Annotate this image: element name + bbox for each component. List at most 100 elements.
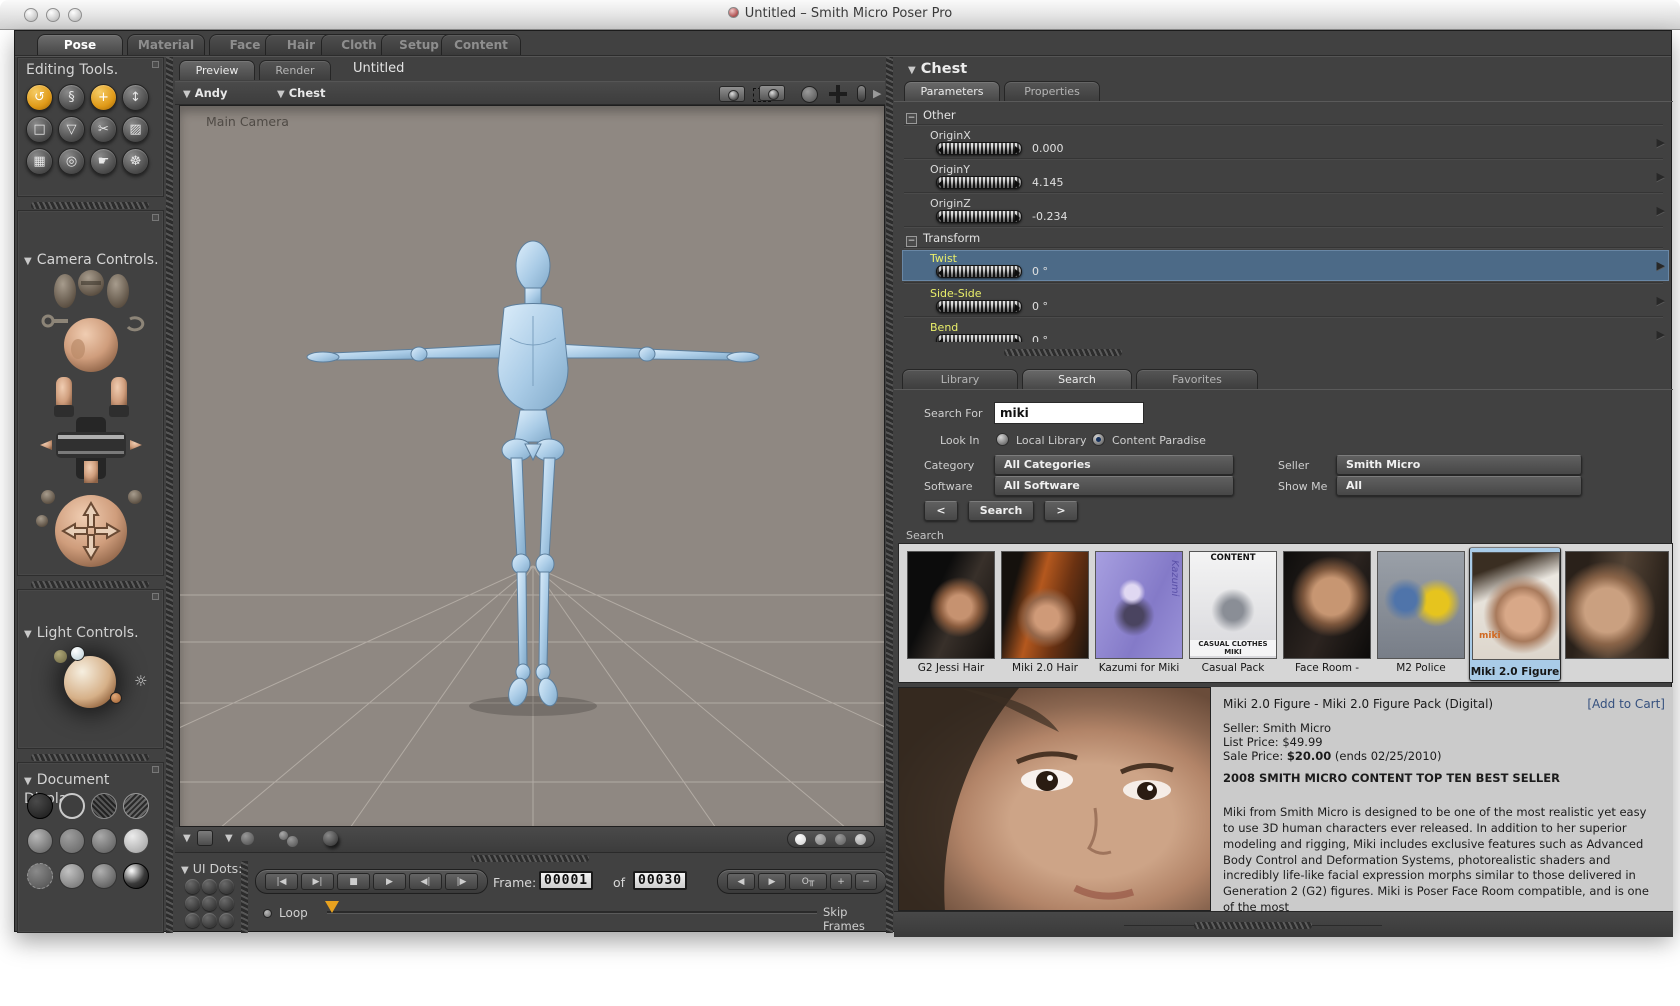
tab-material[interactable]: Material [127, 34, 205, 55]
row-arrow-icon[interactable]: ▶ [1657, 204, 1665, 217]
result-item-7-selected[interactable]: miki Miki 2.0 Figure [1469, 547, 1561, 681]
tab-pose[interactable]: Pose [37, 34, 123, 55]
next-key-button[interactable]: ▶ [758, 873, 786, 890]
tab-search[interactable]: Search [1022, 369, 1132, 389]
originy-dial[interactable] [936, 176, 1022, 189]
row-arrow-icon[interactable]: ▶ [1657, 170, 1665, 183]
tracking-box-dot[interactable] [835, 834, 846, 845]
row-arrow-icon[interactable]: ▶ [1657, 136, 1665, 149]
display-lit-wireframe-button[interactable] [27, 828, 53, 854]
step-forward-button[interactable]: |▶ [445, 873, 478, 890]
window-titlebar[interactable]: Untitled – Smith Micro Poser Pro [0, 0, 1680, 30]
collapse-triangle-icon[interactable]: ▼ [24, 256, 32, 267]
display-silhouette-button[interactable] [27, 793, 53, 819]
param-value[interactable]: 0 ° [1032, 265, 1048, 278]
light-indicator-3[interactable] [110, 692, 122, 704]
result-thumbnail[interactable]: CONTENT CASUAL CLOTHES MIKI [1189, 551, 1277, 659]
tab-properties[interactable]: Properties [1004, 81, 1100, 101]
camera-controls-header[interactable]: ▼ Camera Controls. [24, 249, 159, 268]
content-paradise-label[interactable]: Content Paradise [1112, 434, 1206, 447]
seller-select[interactable]: Smith Micro [1336, 455, 1582, 475]
display-texture-shaded-button[interactable] [91, 863, 117, 889]
loop-toggle[interactable] [263, 909, 272, 918]
display-flat-lined-button[interactable] [91, 828, 117, 854]
twist-dial[interactable] [936, 265, 1022, 278]
rotate-tool-button[interactable]: ↺ [26, 84, 53, 111]
camera-controls-graphic[interactable] [18, 269, 165, 569]
section-widget-icon[interactable] [152, 61, 159, 68]
ui-dot-4[interactable] [185, 896, 200, 911]
row-arrow-icon[interactable]: ▶ [1657, 328, 1665, 341]
result-item-3[interactable]: Kazumi Kazumi for Miki [1093, 547, 1185, 681]
section-resize-handle[interactable] [31, 754, 149, 761]
tracking-full-dot[interactable] [795, 834, 806, 845]
taper-tool-button[interactable]: ▽ [58, 116, 85, 143]
side-side-dial[interactable] [936, 300, 1022, 313]
skip-frames-label[interactable]: Skip Frames [823, 905, 885, 933]
section-widget-icon[interactable] [152, 593, 159, 600]
result-item-1[interactable]: G2 Jessi Hair [905, 547, 997, 681]
section-resize-handle[interactable] [31, 202, 149, 209]
tab-library[interactable]: Library [902, 369, 1018, 389]
element-style-sphere-icon[interactable] [323, 831, 338, 846]
camera-1-icon[interactable] [719, 86, 745, 102]
result-item-5[interactable]: Face Room - [1281, 547, 1373, 681]
originx-dial[interactable] [936, 142, 1022, 155]
actor-menu[interactable]: ▼ Chest [277, 86, 326, 100]
tab-content[interactable]: Content [441, 34, 521, 55]
software-select[interactable]: All Software [994, 476, 1234, 496]
ui-dots-header[interactable]: ▼ UI Dots: [181, 861, 242, 876]
depth-menu-triangle-icon[interactable]: ▼ [183, 833, 191, 844]
ui-dot-7[interactable] [185, 913, 200, 928]
result-thumbnail[interactable] [1565, 551, 1669, 659]
prev-key-button[interactable]: ◀ [727, 873, 755, 890]
display-wireframe-button[interactable] [91, 793, 117, 819]
toolbar-arrow-icon[interactable]: ▶ [873, 87, 881, 100]
content-paradise-radio[interactable] [1092, 433, 1105, 446]
step-back-button[interactable]: ◀| [409, 873, 442, 890]
plus-key-button[interactable]: + [830, 873, 852, 890]
search-input[interactable] [994, 402, 1144, 424]
collapse-triangle-icon[interactable]: ▼ [24, 629, 32, 640]
param-value[interactable]: 0 ° [1032, 334, 1048, 342]
light-indicator-2[interactable] [70, 646, 85, 661]
first-frame-button[interactable]: |◀ [265, 873, 298, 890]
collapse-box-icon[interactable]: − [906, 113, 917, 124]
sun-icon[interactable]: ☼ [134, 672, 147, 690]
result-thumbnail[interactable] [1283, 551, 1371, 659]
search-button[interactable]: Search [968, 501, 1034, 521]
figure-style-sphere2-icon[interactable] [287, 836, 298, 847]
play-button[interactable]: ▶ [373, 873, 406, 890]
display-cartoon-button[interactable] [27, 863, 53, 889]
timeline-marker[interactable] [325, 901, 339, 913]
ui-dot-6[interactable] [219, 896, 234, 911]
collapse-triangle-icon[interactable]: ▼ [908, 65, 916, 76]
direct-manipulation-tool-button[interactable]: ☛ [90, 148, 117, 175]
category-select[interactable]: All Categories [994, 455, 1234, 475]
group-other[interactable]: − Other [906, 108, 956, 124]
display-hidden-line-button[interactable] [123, 793, 149, 819]
result-thumbnail[interactable] [1001, 551, 1089, 659]
collapse-box-icon[interactable]: − [906, 236, 917, 247]
result-thumbnail[interactable] [1377, 551, 1465, 659]
ui-dot-3[interactable] [219, 879, 234, 894]
section-resize-handle[interactable] [31, 581, 149, 588]
result-thumbnail[interactable]: miki [1472, 552, 1560, 660]
display-shiny-button[interactable] [123, 863, 149, 889]
figure-menu[interactable]: ▼ Andy [183, 86, 228, 100]
row-arrow-icon[interactable]: ▶ [1657, 259, 1665, 272]
light-controls-header[interactable]: ▼ Light Controls. [24, 622, 139, 641]
tab-favorites[interactable]: Favorites [1136, 369, 1258, 389]
light-globe[interactable] [64, 656, 116, 708]
column-divider[interactable] [886, 57, 893, 933]
result-thumbnail[interactable] [907, 551, 995, 659]
tracking-fast-dot[interactable] [815, 834, 826, 845]
result-item-4[interactable]: CONTENT CASUAL CLOTHES MIKI Casual Pack [1187, 547, 1279, 681]
param-value[interactable]: 0.000 [1032, 142, 1064, 155]
style-menu-triangle-icon[interactable]: ▼ [225, 833, 233, 844]
collapse-triangle-icon[interactable]: ▼ [24, 776, 32, 787]
ui-dot-1[interactable] [185, 879, 200, 894]
translate-inout-tool-button[interactable]: ↕ [122, 84, 149, 111]
display-outline-button[interactable] [59, 793, 85, 819]
tracking-silhouette-dot[interactable] [855, 834, 866, 845]
